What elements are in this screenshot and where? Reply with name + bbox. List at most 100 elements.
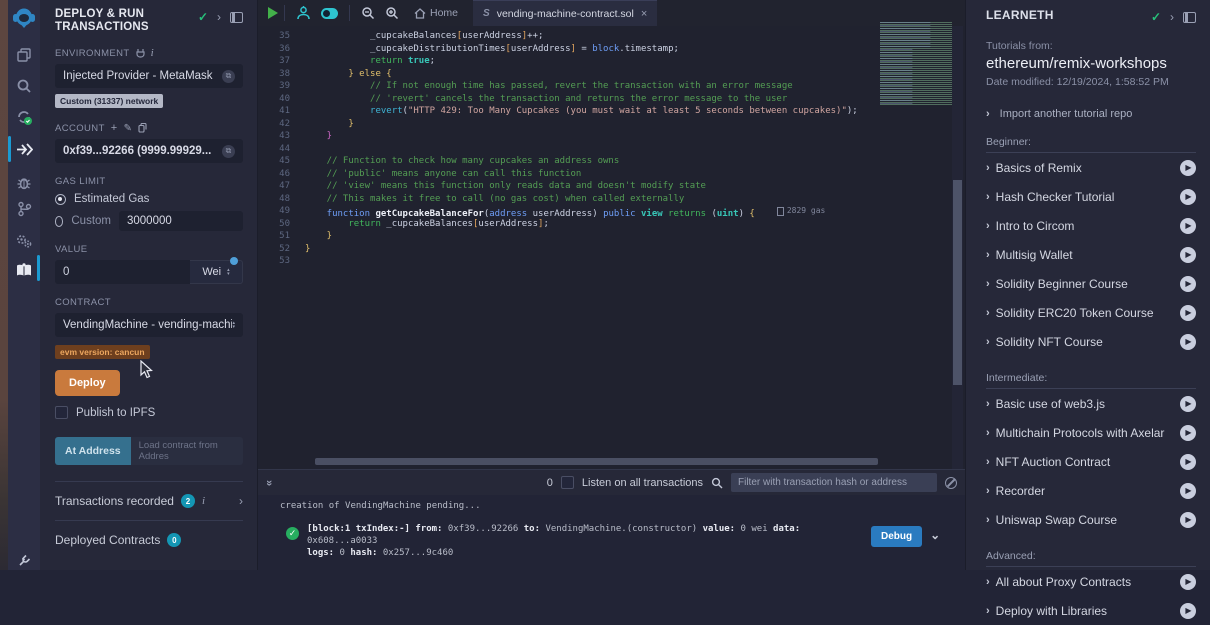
tutorial-item[interactable]: ›All about Proxy Contracts▶ — [986, 567, 1196, 596]
contract-select[interactable]: VendingMachine - vending-machin ▴▾ — [55, 313, 243, 337]
tutorial-chevron-icon[interactable]: › — [986, 162, 990, 174]
tutorial-play-icon[interactable]: ▶ — [1180, 189, 1196, 205]
line-number[interactable]: 47 — [258, 180, 305, 193]
tutorial-item-label[interactable]: Deploy with Libraries — [996, 604, 1107, 618]
code-line[interactable]: 36 _cupcakeDistributionTimes[userAddress… — [258, 43, 965, 56]
assistant-toggle-icon[interactable] — [316, 8, 343, 19]
scrollbar-thumb[interactable] — [953, 180, 962, 385]
pin-panel-icon[interactable] — [230, 12, 243, 23]
listen-checkbox[interactable] — [561, 476, 574, 489]
tutorial-chevron-icon[interactable]: › — [986, 514, 990, 526]
panel-chevron-icon[interactable]: › — [217, 10, 221, 24]
tutorial-play-icon[interactable]: ▶ — [1180, 574, 1196, 590]
unit-stepper-icon[interactable]: ▴▾ — [227, 268, 230, 276]
tutorial-item-label[interactable]: All about Proxy Contracts — [996, 575, 1131, 589]
solidity-compiler-icon[interactable] — [8, 104, 40, 130]
custom-gas-radio[interactable] — [55, 216, 63, 227]
tutorial-play-icon[interactable]: ▶ — [1180, 425, 1196, 441]
tutorial-item-label[interactable]: Multisig Wallet — [996, 248, 1073, 262]
at-address-button[interactable]: At Address — [55, 437, 131, 465]
line-number[interactable]: 48 — [258, 193, 305, 206]
tutorial-chevron-icon[interactable]: › — [986, 485, 990, 497]
plug-icon[interactable] — [8, 548, 40, 574]
environment-info-icon[interactable]: i — [151, 47, 154, 59]
deploy-button[interactable]: Deploy — [55, 370, 120, 396]
plugin-manager-icon[interactable] — [8, 228, 40, 254]
tutorial-item[interactable]: ›NFT Auction Contract▶ — [986, 447, 1196, 476]
line-number[interactable]: 52 — [258, 243, 305, 256]
debugger-bug-icon[interactable] — [8, 170, 40, 196]
tutorial-item-label[interactable]: Multichain Protocols with Axelar — [996, 426, 1165, 440]
tutorial-item[interactable]: ›Solidity NFT Course▶ — [986, 327, 1196, 356]
publish-ipfs-option[interactable]: Publish to IPFS — [55, 406, 243, 419]
tutorial-play-icon[interactable]: ▶ — [1180, 483, 1196, 499]
tutorial-item[interactable]: › Solidity Beginner Course ▶ — [986, 269, 1196, 298]
code-line[interactable]: 46 // 'public' means anyone can call thi… — [258, 168, 965, 181]
environment-select[interactable]: Injected Provider - MetaMask ⧉ — [55, 64, 243, 88]
git-branch-icon[interactable] — [8, 196, 40, 222]
tutorial-item[interactable]: ›Basics of Remix▶ — [986, 153, 1196, 182]
tutorial-play-icon[interactable]: ▶ — [1180, 276, 1196, 292]
line-number[interactable]: 42 — [258, 118, 305, 131]
copy-account-icon[interactable] — [138, 123, 147, 133]
expand-terminal-icon[interactable]: » — [263, 479, 275, 485]
editor-vertical-scrollbar[interactable] — [952, 26, 963, 484]
line-number[interactable]: 36 — [258, 43, 305, 56]
tutorial-play-icon[interactable]: ▶ — [1180, 396, 1196, 412]
terminal-filter-input[interactable] — [731, 473, 937, 492]
tutorial-item[interactable]: › Recorder ▶ — [986, 476, 1196, 505]
tutorial-item[interactable]: ›Basic use of web3.js▶ — [986, 389, 1196, 418]
zoom-out-icon[interactable] — [356, 6, 380, 20]
tutorial-item[interactable]: ›Intro to Circom▶ — [986, 211, 1196, 240]
line-number[interactable]: 35 — [258, 30, 305, 43]
code-line[interactable]: 44 — [258, 143, 965, 156]
tutorial-play-icon[interactable]: ▶ — [1180, 247, 1196, 263]
remix-logo-icon[interactable] — [8, 5, 40, 31]
tutorial-chevron-icon[interactable]: › — [986, 249, 990, 261]
tx-expand-icon[interactable]: ⌄ — [930, 528, 940, 542]
account-copy-icon[interactable]: ⧉ — [222, 145, 235, 158]
line-number[interactable]: 38 — [258, 68, 305, 81]
ai-assistant-icon[interactable] — [291, 6, 316, 20]
tutorial-item-label[interactable]: Basics of Remix — [996, 161, 1082, 175]
tutorial-item[interactable]: ›Deploy with Libraries▶ — [986, 596, 1196, 625]
code-line[interactable]: 47 // 'view' means this function only re… — [258, 180, 965, 193]
tutorial-item-label[interactable]: Intro to Circom — [996, 219, 1075, 233]
code-line[interactable]: 45 // Function to check how many cupcake… — [258, 155, 965, 168]
transactions-recorded-row[interactable]: Transactions recorded 2 i › — [55, 481, 243, 520]
custom-gas-input[interactable] — [119, 211, 243, 231]
line-number[interactable]: 49 — [258, 205, 305, 218]
line-number[interactable]: 43 — [258, 130, 305, 143]
add-account-icon[interactable]: + — [111, 122, 118, 134]
line-number[interactable]: 37 — [258, 55, 305, 68]
line-number[interactable]: 41 — [258, 105, 305, 118]
editor-minimap[interactable] — [880, 22, 952, 106]
import-repo-row[interactable]: › Import another tutorial repo — [986, 108, 1196, 120]
transactions-info-icon[interactable]: i — [202, 495, 205, 507]
code-line[interactable]: 35 _cupcakeBalances[userAddress]++; — [258, 30, 965, 43]
at-address-input[interactable]: Load contract from Addres — [131, 437, 243, 465]
debug-button[interactable]: Debug — [871, 526, 922, 547]
code-line[interactable]: 41 revert("HTTP 429: Too Many Cupcakes (… — [258, 105, 965, 118]
tutorial-chevron-icon[interactable]: › — [986, 278, 990, 290]
code-line[interactable]: 52} — [258, 243, 965, 256]
tutorial-play-icon[interactable]: ▶ — [1180, 454, 1196, 470]
tutorial-chevron-icon[interactable]: › — [986, 398, 990, 410]
learneth-pin-icon[interactable] — [1183, 12, 1196, 23]
code-line[interactable]: 50 return _cupcakeBalances[userAddress]; — [258, 218, 965, 231]
tutorial-item-label[interactable]: Recorder — [996, 484, 1045, 498]
transactions-expand-icon[interactable]: › — [239, 494, 243, 508]
home-tab[interactable]: Home — [404, 7, 463, 19]
account-select[interactable]: 0xf39...92266 (9999.99929... ⧉ — [55, 139, 243, 163]
editor-horizontal-scrollbar[interactable] — [315, 458, 878, 465]
code-editor[interactable]: 35 _cupcakeBalances[userAddress]++;36 _c… — [258, 26, 965, 484]
line-number[interactable]: 39 — [258, 80, 305, 93]
deployed-contracts-row[interactable]: Deployed Contracts 0 — [55, 520, 243, 559]
code-line[interactable]: 40 // 'revert' cancels the transaction a… — [258, 93, 965, 106]
tutorial-item[interactable]: ›Solidity ERC20 Token Course▶ — [986, 298, 1196, 327]
tutorial-chevron-icon[interactable]: › — [986, 605, 990, 617]
tutorial-item-label[interactable]: Solidity Beginner Course — [996, 277, 1128, 291]
tutorial-chevron-icon[interactable]: › — [986, 220, 990, 232]
tutorial-play-icon[interactable]: ▶ — [1180, 305, 1196, 321]
run-script-icon[interactable] — [268, 7, 278, 19]
